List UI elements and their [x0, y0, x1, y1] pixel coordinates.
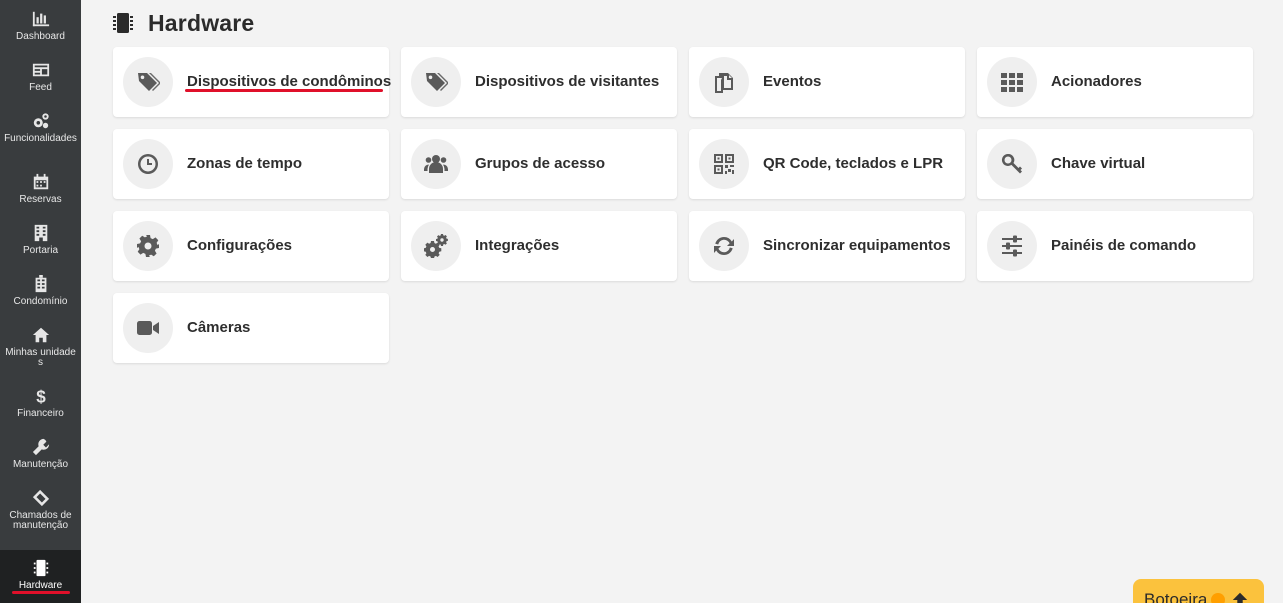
card-label: QR Code, teclados e LPR	[763, 155, 944, 172]
card-dispositivos-de-visitantes[interactable]: Dispositivos de visitantes	[401, 47, 677, 117]
dollar-icon: $	[31, 386, 51, 406]
card-eventos[interactable]: Eventos	[689, 47, 965, 117]
sidebar-item-dashboard[interactable]: Dashboard	[0, 9, 81, 49]
card-icon-circle	[411, 139, 461, 189]
card-icon-circle	[699, 57, 749, 107]
card-label: Câmeras	[187, 319, 251, 336]
card-configuracoes[interactable]: Configurações	[113, 211, 389, 281]
card-label: Painéis de comando	[1051, 237, 1197, 254]
sidebar-item-feed[interactable]: Feed	[0, 60, 81, 100]
card-paineis-de-comando[interactable]: Painéis de comando	[977, 211, 1253, 281]
building-icon	[31, 223, 51, 243]
card-zonas-de-tempo[interactable]: Zonas de tempo	[113, 129, 389, 199]
card-label: Acionadores	[1051, 73, 1142, 90]
sidebar-item-label: Hardware	[18, 580, 63, 591]
apartment-icon	[31, 274, 51, 294]
ticket-icon	[31, 488, 51, 508]
page-title: Hardware	[148, 9, 255, 36]
sidebar-item-label: Portaria	[22, 245, 58, 256]
card-icon-circle	[123, 57, 173, 107]
qrcode-icon	[714, 154, 734, 174]
app-root: Dashboard Feed Funcionalidades Reservas	[0, 0, 1283, 603]
sidebar-item-label: Dashboard	[16, 31, 65, 42]
chip-icon	[31, 558, 51, 578]
card-chave-virtual[interactable]: Chave virtual	[977, 129, 1253, 199]
users-icon	[424, 155, 448, 173]
active-indicator	[185, 89, 383, 92]
sidebar-item-label: Funcionalidades	[4, 133, 77, 144]
card-qr-code-teclados-e-lpr[interactable]: QR Code, teclados e LPR	[689, 129, 965, 199]
card-icon-circle	[699, 139, 749, 189]
card-acionadores[interactable]: Acionadores	[977, 47, 1253, 117]
botoeira-label: Botoeira	[1144, 590, 1208, 603]
active-indicator	[12, 591, 70, 594]
card-cameras[interactable]: Câmeras	[113, 293, 389, 363]
sidebar-item-label: Chamados de manutenção	[9, 510, 72, 531]
card-label: Zonas de tempo	[187, 155, 303, 172]
sidebar-item-portaria[interactable]: Portaria	[0, 223, 81, 263]
sliders-icon	[1002, 235, 1022, 257]
card-sincronizar-equipamentos[interactable]: Sincronizar equipamentos	[689, 211, 965, 281]
grid-icon	[1001, 73, 1023, 92]
botoeira-button[interactable]: Botoeira	[1133, 579, 1264, 603]
page-header: Hardware	[112, 10, 254, 36]
card-label: Integrações	[475, 237, 560, 254]
card-icon-circle	[123, 139, 173, 189]
card-label: Grupos de acesso	[475, 155, 606, 172]
card-icon-circle	[699, 221, 749, 271]
video-camera-icon	[137, 321, 159, 335]
card-grupos-de-acesso[interactable]: Grupos de acesso	[401, 129, 677, 199]
gears-icon	[424, 234, 448, 258]
key-icon	[1001, 153, 1022, 174]
card-icon-circle	[123, 221, 173, 271]
card-label: Configurações	[187, 237, 293, 254]
sidebar-item-funcionalidades[interactable]: Funcionalidades	[0, 111, 81, 155]
bar-chart-icon	[31, 9, 51, 29]
wrench-icon	[31, 437, 51, 457]
card-icon-circle	[411, 57, 461, 107]
card-label: Dispositivos de condôminos	[187, 73, 392, 90]
gears-icon	[31, 111, 51, 131]
card-integracoes[interactable]: Integrações	[401, 211, 677, 281]
gear-icon	[137, 235, 159, 257]
status-dot	[1211, 593, 1226, 603]
card-label: Eventos	[763, 73, 822, 90]
home-icon	[31, 325, 51, 345]
card-icon-circle	[987, 221, 1037, 271]
card-dispositivos-de-condominos[interactable]: Dispositivos de condôminos	[113, 47, 392, 117]
card-icon-circle	[987, 57, 1037, 107]
card-icon-circle	[411, 221, 461, 271]
sidebar-item-financeiro[interactable]: $ Financeiro	[0, 386, 81, 426]
sidebar-item-chamados-de-manutencao[interactable]: Chamados de manutenção	[0, 488, 81, 542]
tag-icon	[138, 73, 160, 91]
tag-icon	[426, 73, 448, 91]
svg-text:$: $	[36, 387, 46, 405]
chip-icon	[113, 13, 133, 33]
sidebar-item-condominio[interactable]: Condomínio	[0, 274, 81, 314]
calendar-icon	[31, 172, 51, 192]
sidebar-item-manutencao[interactable]: Manutenção	[0, 437, 81, 477]
sidebar-item-label: Minhas unidades	[5, 347, 76, 368]
clock-icon	[138, 154, 158, 174]
card-icon-circle	[987, 139, 1037, 189]
sidebar-item-label: Manutenção	[12, 459, 69, 470]
arrow-up-icon	[1233, 592, 1248, 603]
card-icon-circle	[123, 303, 173, 353]
copy-icon	[715, 73, 733, 93]
card-label: Sincronizar equipamentos	[763, 237, 951, 254]
card-label: Chave virtual	[1051, 155, 1146, 172]
sidebar-item-label: Condomínio	[13, 296, 68, 307]
card-label: Dispositivos de visitantes	[475, 73, 660, 90]
sidebar-item-minhas-unidades[interactable]: Minhas unidades	[0, 325, 81, 369]
sync-icon	[714, 237, 734, 255]
sidebar-item-hardware[interactable]: Hardware	[0, 550, 81, 603]
sidebar-item-label: Reservas	[19, 194, 62, 205]
sidebar-item-label: Feed	[29, 82, 52, 93]
newspaper-icon	[31, 60, 51, 80]
sidebar-item-label: Financeiro	[17, 408, 64, 419]
sidebar-item-reservas[interactable]: Reservas	[0, 172, 81, 212]
sidebar: Dashboard Feed Funcionalidades Reservas	[0, 0, 81, 603]
